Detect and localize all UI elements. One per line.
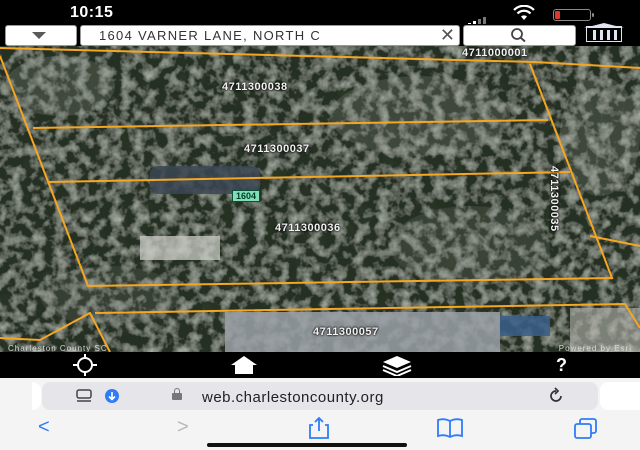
back-button[interactable]: <: [38, 416, 50, 439]
parcel-label[interactable]: 4711000001: [462, 47, 528, 59]
help-icon[interactable]: ?: [556, 355, 567, 376]
chevron-down-icon: [32, 32, 46, 39]
address-bar[interactable]: web.charlestoncounty.org: [42, 382, 598, 410]
clear-search-icon[interactable]: ✕: [440, 26, 455, 45]
browser-chrome: web.charlestoncounty.org < >: [0, 378, 640, 450]
forward-button[interactable]: >: [177, 416, 189, 439]
address-marker[interactable]: 1604: [232, 190, 261, 202]
tabs-icon[interactable]: [572, 416, 602, 440]
share-icon[interactable]: [306, 416, 332, 440]
search-type-dropdown[interactable]: [5, 25, 77, 46]
url-text[interactable]: web.charlestoncounty.org: [202, 389, 384, 406]
parcel-label[interactable]: 4711300037: [244, 143, 310, 155]
home-indicator[interactable]: [207, 443, 407, 447]
search-button[interactable]: [463, 25, 576, 46]
attribution-left: Charleston County SC: [8, 344, 108, 352]
battery-icon: [553, 9, 594, 21]
address-search-input[interactable]: 1604 VARNER LANE, NORTH C ✕: [80, 25, 460, 46]
home-icon[interactable]: [228, 354, 260, 376]
tab-overview-icon[interactable]: [76, 388, 136, 404]
parcel-label[interactable]: 4711300038: [222, 81, 288, 93]
aerial-imagery: [0, 46, 640, 352]
layers-icon[interactable]: [380, 354, 414, 376]
map-toolbar: ?: [0, 352, 640, 378]
locate-icon[interactable]: [70, 354, 100, 376]
county-logo[interactable]: [583, 23, 631, 46]
parcel-label[interactable]: 4711300036: [275, 222, 341, 234]
search-bar: 1604 VARNER LANE, NORTH C ✕: [0, 23, 640, 46]
wifi-icon: [513, 5, 535, 20]
address-search-value: 1604 VARNER LANE, NORTH C: [99, 28, 322, 43]
next-tab-peek[interactable]: [600, 382, 640, 410]
status-time: 10:15: [70, 4, 114, 21]
previous-tab-peek[interactable]: [32, 382, 41, 410]
reload-icon[interactable]: [547, 387, 565, 405]
bookmarks-icon[interactable]: [436, 416, 464, 440]
status-bar: 10:15: [0, 0, 640, 27]
parcel-label[interactable]: 4711300035: [548, 166, 560, 232]
parcel-map[interactable]: 4711000001 4711300038 4711300037 4711300…: [0, 46, 640, 352]
search-icon: [511, 28, 526, 43]
attribution-right: Powered by Esri: [558, 344, 632, 352]
lock-icon: [172, 388, 182, 400]
parcel-label[interactable]: 4711300057: [313, 326, 379, 338]
